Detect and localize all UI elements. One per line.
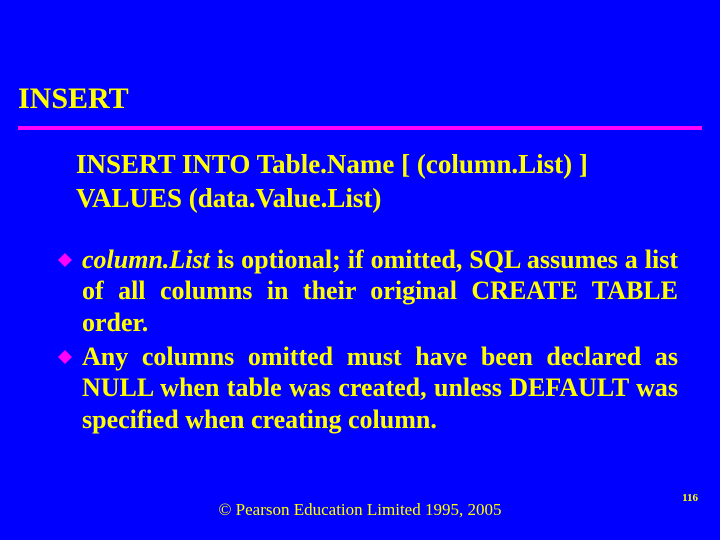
syntax-block: INSERT INTO Table.Name [ (column.List) ]… [0,130,720,216]
syntax-line-1: INSERT INTO Table.Name [ (column.List) ] [76,148,660,182]
title-block: INSERT [0,0,720,130]
slide-title: INSERT [18,82,702,122]
slide: INSERT INSERT INTO Table.Name [ (column.… [0,0,720,540]
diamond-bullet-icon [58,350,72,364]
bullet-text: Any columns omitted must have been decla… [82,341,678,436]
bullet-text: column.List is optional; if omitted, SQL… [82,244,678,339]
bullet-italic-prefix: column.List [82,245,210,274]
bullet-item: column.List is optional; if omitted, SQL… [58,244,678,339]
bullet-item: Any columns omitted must have been decla… [58,341,678,436]
syntax-line-2: VALUES (data.Value.List) [76,182,660,216]
footer-copyright: © Pearson Education Limited 1995, 2005 [0,500,720,520]
bullet-list: column.List is optional; if omitted, SQL… [0,216,720,436]
bullet-rest: Any columns omitted must have been decla… [82,342,678,434]
page-number: 116 [682,492,698,504]
diamond-bullet-icon [58,253,72,267]
